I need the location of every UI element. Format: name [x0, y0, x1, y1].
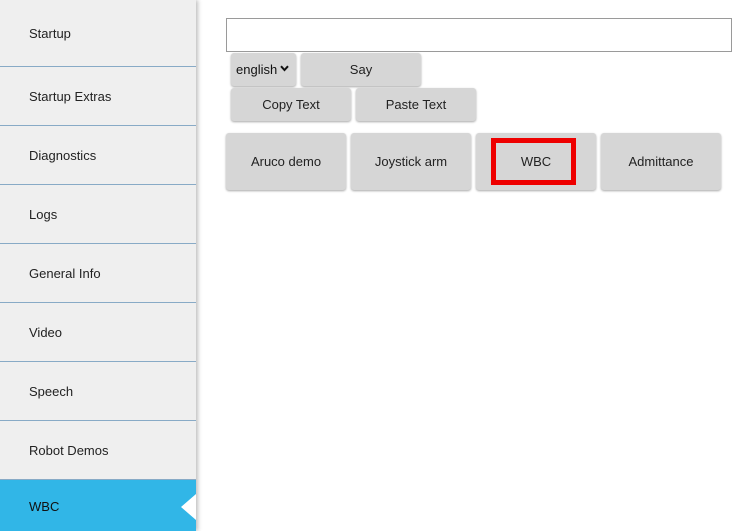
sidebar-item-robot-demos[interactable]: Robot Demos	[0, 421, 196, 480]
sidebar-item-label: Startup	[29, 25, 71, 41]
sidebar-item-logs[interactable]: Logs	[0, 185, 196, 244]
language-select-value: english	[236, 62, 278, 77]
sidebar-item-speech[interactable]: Speech	[0, 362, 196, 421]
sidebar-item-label: Logs	[29, 206, 58, 222]
sidebar-item-startup[interactable]: Startup	[0, 0, 196, 67]
sidebar-item-label: Startup Extras	[29, 88, 112, 104]
sidebar-item-label: Video	[29, 324, 63, 340]
sidebar-item-label: Robot Demos	[29, 442, 109, 458]
say-button[interactable]: Say	[301, 53, 421, 86]
sidebar-item-wbc[interactable]: WBC	[0, 480, 196, 531]
wbc-button[interactable]: WBC	[476, 133, 596, 190]
sidebar-item-label: General Info	[29, 265, 101, 281]
language-select[interactable]: english	[231, 53, 296, 86]
chevron-down-icon	[280, 64, 289, 75]
sidebar: Startup Startup Extras Diagnostics Logs …	[0, 0, 196, 531]
sidebar-item-label: Diagnostics	[29, 147, 97, 163]
speech-text-input[interactable]	[226, 18, 732, 52]
sidebar-item-general-info[interactable]: General Info	[0, 244, 196, 303]
app-window: Startup Startup Extras Diagnostics Logs …	[0, 0, 737, 531]
joystick-arm-button[interactable]: Joystick arm	[351, 133, 471, 190]
sidebar-item-diagnostics[interactable]: Diagnostics	[0, 126, 196, 185]
aruco-demo-button[interactable]: Aruco demo	[226, 133, 346, 190]
copy-text-button[interactable]: Copy Text	[231, 88, 351, 121]
sidebar-item-label: WBC	[29, 499, 60, 514]
sidebar-item-label: Speech	[29, 383, 74, 399]
main-panel: english Say Copy Text Paste Text Aruco d…	[196, 0, 737, 531]
active-indicator	[181, 493, 196, 520]
paste-text-button[interactable]: Paste Text	[356, 88, 476, 121]
admittance-button[interactable]: Admittance	[601, 133, 721, 190]
sidebar-item-video[interactable]: Video	[0, 303, 196, 362]
sidebar-item-startup-extras[interactable]: Startup Extras	[0, 67, 196, 126]
